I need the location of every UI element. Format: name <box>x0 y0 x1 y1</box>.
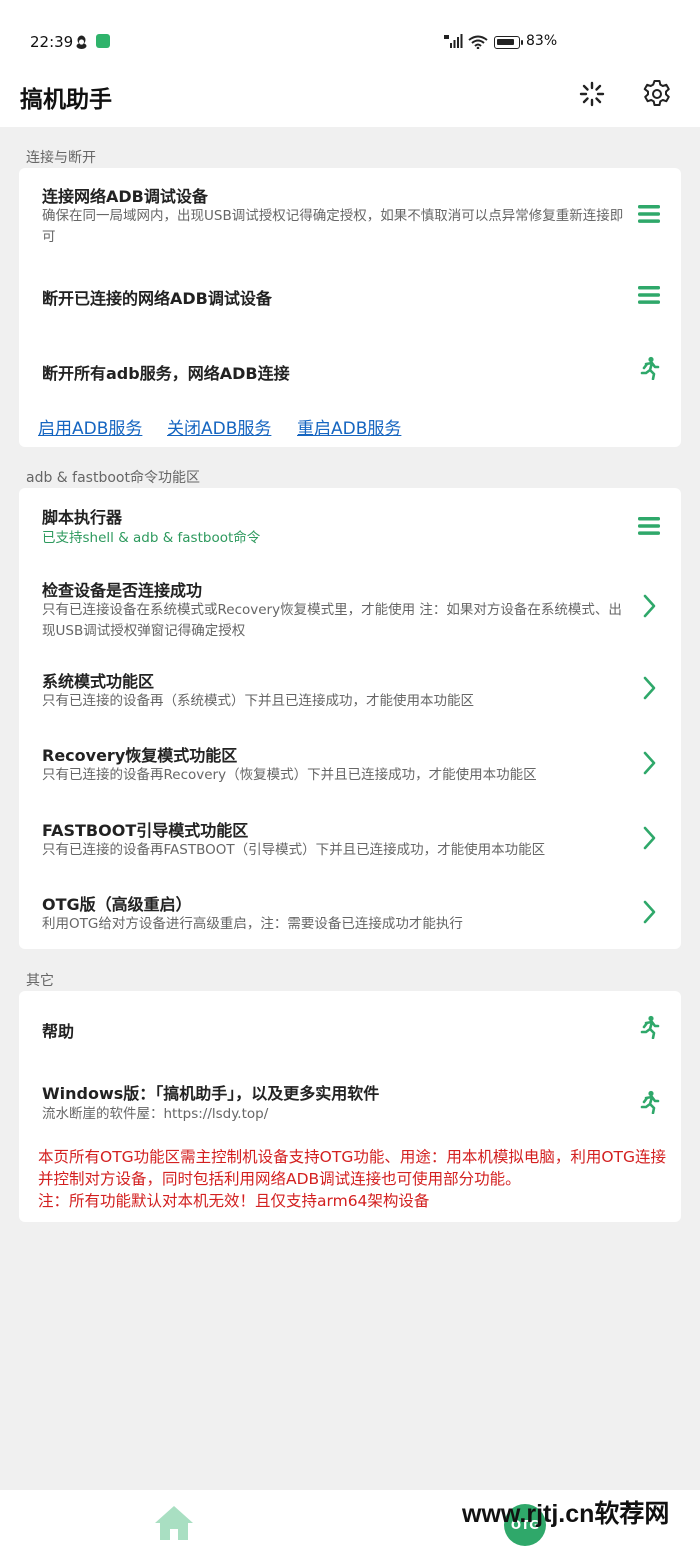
item-title: 系统模式功能区 <box>42 672 155 691</box>
wifi-icon <box>468 35 488 49</box>
menu-icon[interactable] <box>637 283 661 307</box>
item-title: 脚本执行器 <box>42 508 123 527</box>
chevron-right-icon[interactable] <box>637 594 661 618</box>
list-item-recovery-mode[interactable]: Recovery恢复模式功能区 只有已连接的设备再Recovery（恢复模式）下… <box>19 734 681 794</box>
item-desc: 流水断崖的软件屋：https://lsdy.top/ <box>42 1106 269 1122</box>
item-title: 断开所有adb服务，网络ADB连接 <box>42 364 290 383</box>
menu-icon[interactable] <box>637 202 661 226</box>
gear-icon[interactable] <box>641 78 673 110</box>
status-bar: 22:39 83% <box>0 0 700 70</box>
list-item-help[interactable]: 帮助 <box>19 991 681 1061</box>
battery-icon <box>494 36 523 49</box>
item-title: OTG版（高级重启） <box>42 895 192 914</box>
list-item-connect-network-adb[interactable]: 连接网络ADB调试设备 确保在同一局域网内，出现USB调试授权记得确定授权，如果… <box>19 168 681 258</box>
stop-adb-link[interactable]: 关闭ADB服务 <box>167 414 271 439</box>
otg-warning-text: 本页所有OTG功能区需主控制机设备支持OTG功能、用途：用本机模拟电脑，利用OT… <box>38 1148 667 1210</box>
list-item-system-mode[interactable]: 系统模式功能区 只有已连接的设备再（系统模式）下并且已连接成功，才能使用本功能区 <box>19 660 681 720</box>
item-title: FASTBOOT引导模式功能区 <box>42 821 249 840</box>
chevron-right-icon[interactable] <box>637 900 661 924</box>
app-bar: 搞机助手 <box>0 70 700 127</box>
enable-adb-link[interactable]: 启用ADB服务 <box>38 414 142 439</box>
battery-percent: 83% <box>526 33 558 49</box>
list-item-disconnect-all-adb[interactable]: 断开所有adb服务，网络ADB连接 <box>19 338 681 398</box>
card-connect: 连接网络ADB调试设备 确保在同一局域网内，出现USB调试授权记得确定授权，如果… <box>19 168 681 447</box>
run-icon[interactable] <box>637 1090 661 1114</box>
loading-icon[interactable] <box>578 80 606 108</box>
item-desc: 只有已连接的设备再Recovery（恢复模式）下并且已连接成功，才能使用本功能区 <box>42 767 537 783</box>
item-desc: 确保在同一局域网内，出现USB调试授权记得确定授权，如果不慎取消可以点异常修复重… <box>42 208 624 245</box>
chevron-right-icon[interactable] <box>637 676 661 700</box>
item-title: 连接网络ADB调试设备 <box>42 187 208 206</box>
qq-icon <box>76 35 87 49</box>
item-title: 帮助 <box>42 1022 75 1041</box>
section-label-other: 其它 <box>26 973 54 989</box>
card-adb-fastboot: 脚本执行器 已支持shell & adb & fastboot命令 检查设备是否… <box>19 488 681 949</box>
card-other: 帮助 Windows版：「搞机助手」，以及更多实用软件 流水断崖的软件屋：htt… <box>19 991 681 1222</box>
item-title: Recovery恢复模式功能区 <box>42 746 238 765</box>
item-desc: 只有已连接设备在系统模式或Recovery恢复模式里，才能使用 注：如果对方设备… <box>42 602 622 639</box>
restart-adb-link[interactable]: 重启ADB服务 <box>297 414 401 439</box>
item-title: 检查设备是否连接成功 <box>42 581 203 600</box>
page-title: 搞机助手 <box>20 87 112 113</box>
item-desc: 只有已连接的设备再（系统模式）下并且已连接成功，才能使用本功能区 <box>42 693 474 709</box>
list-item-script-runner[interactable]: 脚本执行器 已支持shell & adb & fastboot命令 <box>19 488 681 560</box>
list-item-fastboot-mode[interactable]: FASTBOOT引导模式功能区 只有已连接的设备再FASTBOOT（引导模式）下… <box>19 809 681 869</box>
section-label-connect: 连接与断开 <box>26 150 96 166</box>
home-icon[interactable] <box>153 1504 195 1542</box>
list-item-otg-reboot[interactable]: OTG版（高级重启） 利用OTG给对方设备进行高级重启，注：需要设备已连接成功才… <box>19 883 681 943</box>
item-title: 断开已连接的网络ADB调试设备 <box>42 289 272 308</box>
run-icon[interactable] <box>637 356 661 380</box>
item-desc: 只有已连接的设备再FASTBOOT（引导模式）下并且已连接成功，才能使用本功能区 <box>42 842 546 858</box>
list-item-disconnect-network-adb[interactable]: 断开已连接的网络ADB调试设备 <box>19 263 681 323</box>
chevron-right-icon[interactable] <box>637 826 661 850</box>
signal-icon <box>444 34 463 48</box>
list-item-check-device[interactable]: 检查设备是否连接成功 只有已连接设备在系统模式或Recovery恢复模式里，才能… <box>19 565 681 645</box>
list-item-windows-version[interactable]: Windows版：「搞机助手」，以及更多实用软件 流水断崖的软件屋：https:… <box>19 1071 681 1131</box>
chevron-right-icon[interactable] <box>637 751 661 775</box>
item-desc: 已支持shell & adb & fastboot命令 <box>42 530 261 546</box>
run-icon[interactable] <box>637 1015 661 1039</box>
status-time: 22:39 <box>30 33 74 51</box>
section-label-adb-fastboot: adb & fastboot命令功能区 <box>26 470 200 486</box>
item-title: Windows版：「搞机助手」，以及更多实用软件 <box>42 1084 380 1103</box>
item-desc: 利用OTG给对方设备进行高级重启，注：需要设备已连接成功才能执行 <box>42 916 463 932</box>
notification-app-icon <box>96 34 110 48</box>
menu-icon[interactable] <box>637 514 661 538</box>
watermark: www.rjtj.cn软荐网 <box>462 1500 670 1528</box>
